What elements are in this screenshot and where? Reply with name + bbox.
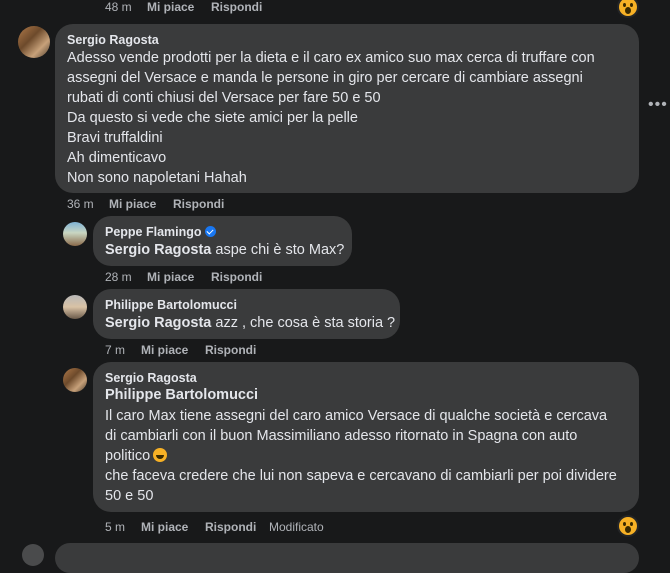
top-comment-meta: 48 m Mi piace Rispondi (0, 0, 300, 14)
reply-text: aspe chi è sto Max? (211, 242, 345, 258)
comment-time: 28 m (105, 270, 132, 284)
comment-author[interactable]: Peppe Flamingo (105, 225, 216, 239)
comment-author[interactable]: Sergio Ragosta (67, 33, 159, 47)
comment-bubble (55, 543, 639, 573)
avatar[interactable] (22, 544, 44, 566)
author-name[interactable]: Peppe Flamingo (105, 225, 202, 239)
mention-link[interactable]: Sergio Ragosta (105, 315, 211, 331)
comment-author[interactable]: Philippe Bartolomucci (105, 298, 237, 312)
reply-bubble: Peppe Flamingo Sergio Ragosta aspe chi è… (93, 216, 352, 266)
avatar[interactable] (63, 295, 87, 319)
wow-reaction-icon[interactable] (619, 0, 637, 16)
reply-bubble: Sergio Ragosta Philippe Bartolomucci Il … (93, 362, 639, 512)
comment-text-line: Da questo si vede che siete amici per la… (67, 110, 358, 126)
comment-text: Sergio Ragosta azz , che cosa è sta stor… (105, 313, 395, 333)
like-link[interactable]: Mi piace (141, 520, 188, 534)
wow-reaction-icon[interactable] (619, 517, 637, 535)
comment-text-line: Adesso vende prodotti per la dieta e il … (67, 50, 595, 66)
avatar[interactable] (18, 26, 50, 58)
comment-text-line: che faceva credere che lui non sapeva e … (105, 468, 617, 484)
comment-text-line: Non sono napoletani Hahah (67, 170, 247, 186)
edited-label: Modificato (269, 520, 324, 534)
reply-link[interactable]: Rispondi (211, 0, 262, 14)
comment-time: 5 m (105, 520, 126, 534)
like-link[interactable]: Mi piace (147, 270, 194, 284)
like-link[interactable]: Mi piace (141, 343, 188, 357)
comment-text-line: assegni del Versace e manda le persone i… (67, 70, 583, 86)
comment-meta: 7 m Mi piace Rispondi (0, 343, 300, 357)
reply-bubble: Philippe Bartolomucci Sergio Ragosta azz… (93, 289, 400, 339)
comment-author[interactable]: Sergio Ragosta (105, 371, 197, 385)
comment-time: 48 m (105, 0, 132, 14)
comment-text-fragment: politico (105, 448, 151, 464)
reply-link[interactable]: Rispondi (211, 270, 262, 284)
mention-link[interactable]: Philippe Bartolomucci (105, 385, 258, 405)
mention-link[interactable]: Sergio Ragosta (105, 242, 211, 258)
comment-text-line: Il caro Max tiene assegni del caro amico… (105, 408, 608, 424)
comment-text-line: di cambiarli con il buon Massimiliano ad… (105, 428, 578, 444)
like-link[interactable]: Mi piace (109, 197, 156, 211)
more-options-icon[interactable]: ••• (648, 96, 668, 114)
comment-text-line: Ah dimenticavo (67, 150, 167, 166)
comment-text: Sergio Ragosta aspe chi è sto Max? (105, 240, 344, 260)
avatar[interactable] (63, 368, 87, 392)
comment-text-line: politico (105, 446, 168, 466)
comment-meta: 5 m Mi piace Rispondi Modificato (0, 520, 400, 534)
comment-text-line: Bravi truffaldini (67, 130, 163, 146)
comment-bubble: Sergio Ragosta Adesso vende prodotti per… (55, 24, 639, 193)
verified-badge-icon (204, 226, 216, 237)
comment-text-line: rubati di conti chiusi del Versace per f… (67, 90, 381, 106)
avatar[interactable] (63, 222, 87, 246)
comment-meta: 28 m Mi piace Rispondi (0, 270, 300, 284)
comment-meta: 36 m Mi piace Rispondi (0, 197, 300, 211)
comment-text-line: 50 e 50 (105, 488, 154, 504)
comment-time: 36 m (67, 197, 94, 211)
comment-time: 7 m (105, 343, 126, 357)
laughing-emoji-icon (153, 448, 168, 462)
like-link[interactable]: Mi piace (147, 0, 194, 14)
reply-link[interactable]: Rispondi (173, 197, 224, 211)
reply-link[interactable]: Rispondi (205, 343, 256, 357)
reply-link[interactable]: Rispondi (205, 520, 256, 534)
reply-text: azz , che cosa è sta storia ? (211, 315, 396, 331)
